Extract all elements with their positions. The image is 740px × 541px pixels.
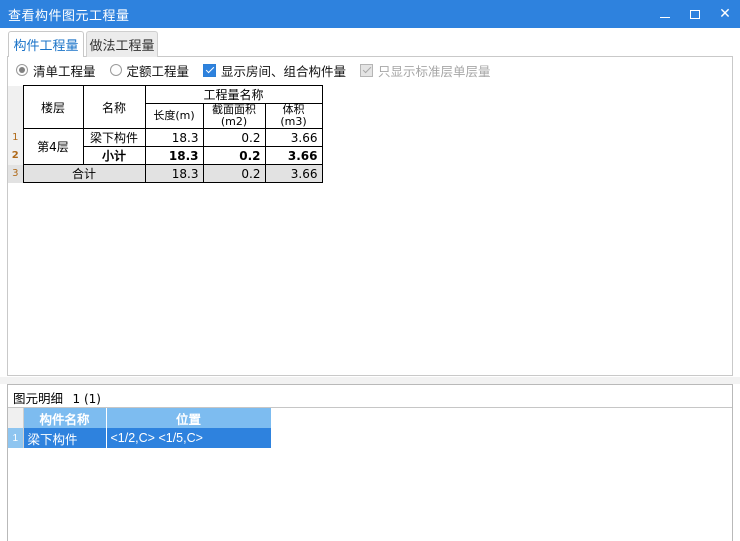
cell-volume: 3.66 <box>264 128 323 148</box>
detail-grid-wrapper: 构件名称 位置 1 梁下构件 <1/2,C> <1/5,C> <box>8 407 732 541</box>
radio-quantity-list[interactable]: 清单工程量 <box>16 61 96 80</box>
table-row-total[interactable]: 3 合计 18.3 0.2 3.66 <box>8 164 323 184</box>
tab-method-quantity[interactable]: 做法工程量 <box>86 31 158 57</box>
checkbox-standard-floor-icon <box>360 63 374 77</box>
tab-method-quantity-label: 做法工程量 <box>89 38 155 53</box>
radio-quota-quantity-label: 定额工程量 <box>126 64 190 79</box>
row-number: 1 <box>8 428 24 448</box>
gutter-cell <box>8 85 23 104</box>
close-button[interactable]: ✕ <box>710 0 740 28</box>
tab-component-quantity-label: 构件工程量 <box>13 38 79 53</box>
radio-quantity-list-label: 清单工程量 <box>33 64 96 79</box>
header-quantity-group: 工程量名称 <box>144 85 323 104</box>
detail-header-component-name: 构件名称 <box>23 408 107 428</box>
window-title: 查看构件图元工程量 <box>8 7 130 23</box>
header-floor: 楼层 <box>22 84 84 130</box>
maximize-icon <box>690 9 700 19</box>
header-volume: 体积(m3) <box>264 102 323 130</box>
row-number: 2 <box>8 146 23 165</box>
radio-quota-quantity[interactable]: 定额工程量 <box>109 61 190 80</box>
tab-component-quantity[interactable]: 构件工程量 <box>8 31 84 57</box>
row-number: 1 <box>8 128 23 147</box>
detail-header-position: 位置 <box>106 408 272 428</box>
cell-volume: 3.66 <box>264 164 323 184</box>
component-quantity-panel: 清单工程量 定额工程量 显示房间、组合构件量 只显示标准层单层量 楼层 名称 工… <box>7 56 733 376</box>
minimize-icon <box>660 16 670 18</box>
checkbox-show-room-label: 显示房间、组合构件量 <box>221 64 347 79</box>
header-section-area: 截面面积(m2) <box>202 102 266 130</box>
detail-panel-count: 1 (1) <box>72 392 101 406</box>
row-number: 3 <box>8 164 23 183</box>
table-row[interactable]: 1 第4层 梁下构件 18.3 0.2 3.66 <box>8 128 323 166</box>
gutter-cell <box>8 408 24 428</box>
radio-quota-quantity-icon <box>109 64 122 76</box>
header-name: 名称 <box>82 84 146 130</box>
cell-section-area: 0.2 <box>202 128 266 148</box>
checkbox-show-room[interactable]: 显示房间、组合构件量 <box>203 61 346 80</box>
table-header-row-1: 楼层 名称 工程量名称 <box>8 84 323 130</box>
detail-table: 构件名称 位置 1 梁下构件 <1/2,C> <1/5,C> <box>8 408 272 448</box>
window-controls: ✕ <box>650 0 740 28</box>
radio-quantity-list-icon <box>16 64 28 76</box>
detail-row-selected[interactable]: 1 梁下构件 <1/2,C> <1/5,C> <box>8 428 272 448</box>
options-toolbar: 清单工程量 定额工程量 显示房间、组合构件量 只显示标准层单层量 <box>8 57 732 83</box>
title-bar: 查看构件图元工程量 ✕ <box>0 0 740 28</box>
header-length: 长度(m) <box>144 102 204 130</box>
maximize-button[interactable] <box>680 0 710 28</box>
cell-section-area: 0.2 <box>202 164 266 184</box>
cell-floor: 第4层 <box>22 128 84 166</box>
detail-panel-header: 图元明细 1 (1) <box>13 388 101 407</box>
checkbox-show-room-icon <box>203 63 217 77</box>
quantity-table: 楼层 名称 工程量名称 长度(m) 截面面积(m2) 体积(m3) 1 第4层 … <box>8 84 323 184</box>
detail-panel-title: 图元明细 <box>13 392 64 406</box>
checkbox-standard-floor-label: 只显示标准层单层量 <box>378 64 491 79</box>
detail-header-row: 构件名称 位置 <box>8 408 272 428</box>
cell-length: 18.3 <box>144 164 204 184</box>
minimize-button[interactable] <box>650 0 680 28</box>
cell-section-area: 0.2 <box>202 146 266 166</box>
cell-name: 梁下构件 <box>82 128 146 148</box>
checkbox-standard-floor: 只显示标准层单层量 <box>360 61 491 80</box>
cell-volume: 3.66 <box>264 146 323 166</box>
panel-splitter[interactable] <box>0 377 740 384</box>
cell-name: 小计 <box>82 146 146 166</box>
cell-length: 18.3 <box>144 146 204 166</box>
close-icon: ✕ <box>719 6 731 22</box>
element-detail-panel: 图元明细 1 (1) 构件名称 位置 1 梁下构件 <1/2,C> <1/5,C… <box>7 384 733 541</box>
tab-strip: 构件工程量 做法工程量 <box>0 28 740 57</box>
detail-cell-position: <1/2,C> <1/5,C> <box>106 428 272 448</box>
detail-cell-component-name: 梁下构件 <box>23 428 107 448</box>
cell-total-label: 合计 <box>22 164 146 184</box>
cell-length: 18.3 <box>144 128 204 148</box>
gutter-cell <box>8 103 23 129</box>
